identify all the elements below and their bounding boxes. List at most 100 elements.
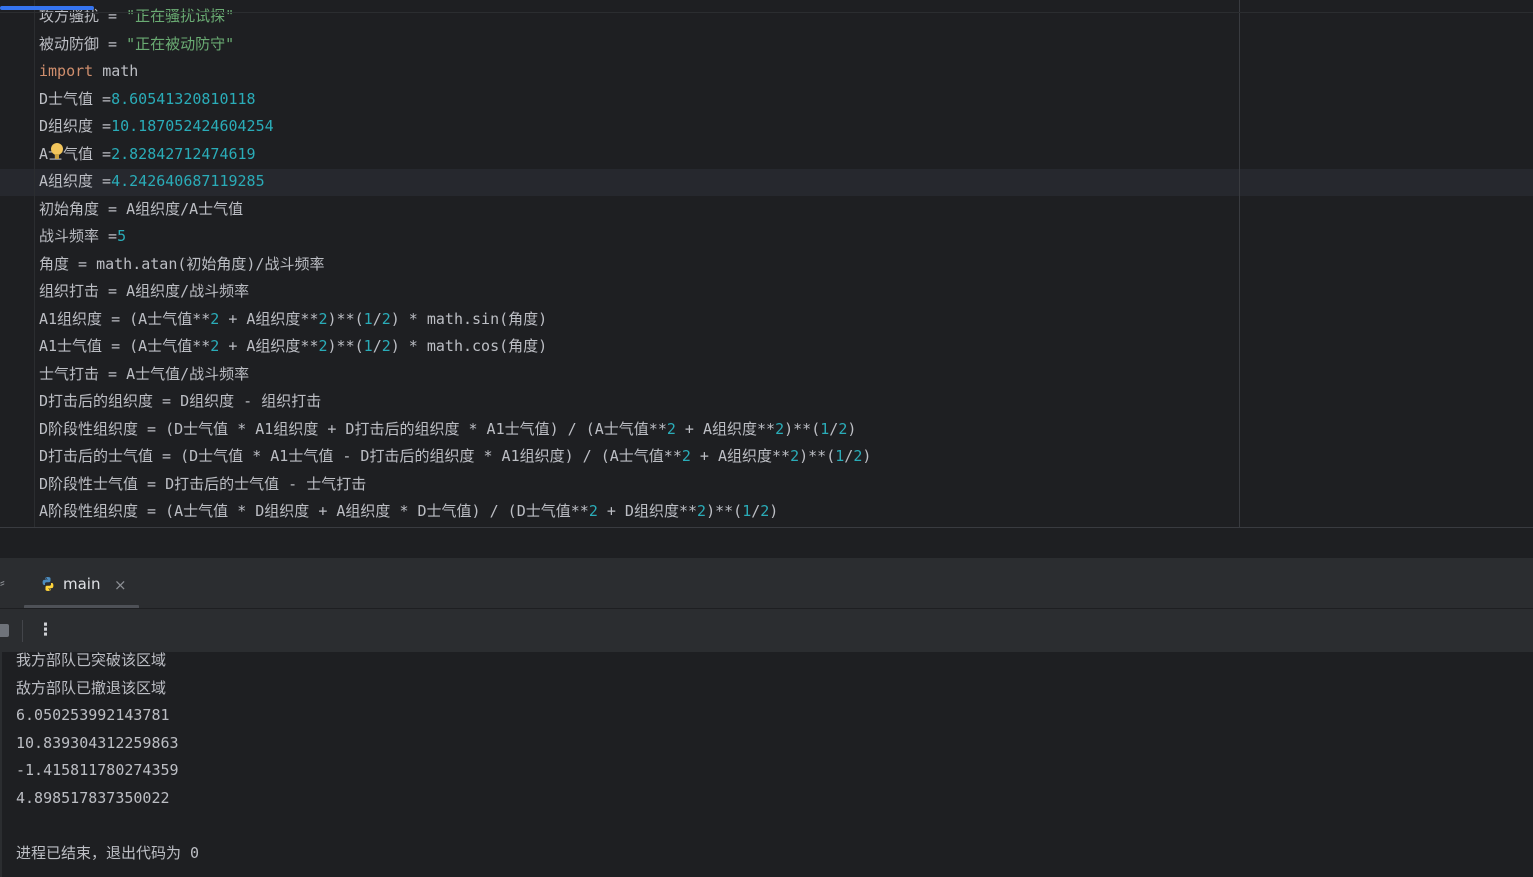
console-line: 10.839304312259863 [16,733,179,752]
code-token: 2 [838,419,848,438]
code-token: 2 [790,447,800,465]
code-token: / [751,502,761,520]
code-line[interactable]: D组织度 =10.187052424604254 [39,113,871,141]
code-token: 初始角度 = A组织度/A士气值 [39,199,244,218]
console-line: 6.050253992143781 [16,706,170,724]
code-token: 2 [210,337,220,355]
progress-indicator [0,6,94,10]
code-line[interactable]: A1组织度 = (A士气值**2 + A组织度**2)**(1/2) * mat… [39,306,871,334]
lightbulb-icon-base [55,154,59,159]
code-token: / [829,419,839,438]
code-token: 2 [318,337,328,355]
code-line[interactable]: A组织度 =4.242640687119285 [39,168,871,196]
code-token: 1 [835,447,845,465]
code-token: math [93,62,139,80]
code-token: "正在骚扰试探" [126,7,235,25]
tab-main-label: main [63,575,101,593]
code-token: D打击后的组织度 = D组织度 - 组织打击 [39,392,322,410]
code-token: 1 [363,309,373,328]
code-token: 2 [381,337,391,355]
code-token: / [844,447,854,465]
code-line[interactable]: 组织打击 = A组织度/战斗频率 [39,278,871,306]
console-line: 4.898517837350022 [16,788,170,807]
code-token: / [372,337,382,355]
code-token: D阶段性组织度 = (D士气值 * A1组织度 + D打击后的组织度 * A1士… [39,419,667,438]
code-token: 8.60541320810118 [111,89,256,108]
code-token: 组织打击 = A组织度/战斗频率 [39,282,250,300]
console-lines: 我方部队已突破该区域 敌方部队已撤退该区域 6.050253992143781 10.… [16,647,199,867]
code-line[interactable]: 攻方骚扰 = "正在骚扰试探" [39,3,871,31]
code-token: + A组织度** [675,419,776,438]
code-token: A士气值 = [39,144,112,163]
code-line[interactable]: 士气打击 = A士气值/战斗频率 [39,361,871,389]
code-token: 2 [318,309,328,328]
right-margin-guide [1239,0,1240,528]
code-editor[interactable]: 攻方骚扰 = "正在骚扰试探" 被动防御 = "正在被动防守" import mat… [0,0,1533,528]
code-token: ) * math.sin(角度) [390,309,548,328]
code-token: D打击后的士气值 = (D士气值 * A1士气值 - D打击后的组织度 * A1… [39,447,682,465]
code-token: 2 [381,309,391,328]
code-token: ) [862,447,872,465]
code-token: 2 [210,309,220,328]
toolbar-divider [22,620,23,642]
code-token: import [39,62,94,80]
code-line[interactable]: 战斗频率 =5 [39,223,871,251]
code-token: 10.187052424604254 [111,117,274,135]
code-token: 2 [760,502,770,520]
code-token: + A组织度** [690,447,791,465]
code-line[interactable]: A士气值 =2.82842712474619 [39,141,871,169]
console-line: -1.415811780274359 [16,761,179,779]
code-token: 2 [681,447,691,465]
console-line: 进程已结束，退出代码为 0 [16,843,200,862]
code-token: 士气打击 = A士气值/战斗频率 [39,364,250,383]
code-token: )**( [327,337,364,355]
code-token: 4.242640687119285 [111,172,265,190]
code-line[interactable]: A阶段性组织度 = (A士气值 * D组织度 + A组织度 * D士气值) / … [39,498,871,526]
code-token: 角度 = math.atan(初始角度)/战斗频率 [39,254,325,273]
code-token: 2 [853,447,863,465]
code-token: A1士气值 = (A士气值** [39,337,211,355]
code-line[interactable]: D打击后的组织度 = D组织度 - 组织打击 [39,388,871,416]
run-tab-bar [0,558,1533,608]
code-token: )**( [706,502,743,520]
code-token: A1组织度 = (A士气值** [39,309,211,328]
close-icon[interactable]: × [114,575,127,595]
code-line[interactable]: D阶段性组织度 = (D士气值 * A1组织度 + D打击后的组织度 * A1士… [39,416,871,444]
code-line[interactable]: D阶段性士气值 = D打击后的士气值 - 士气打击 [39,471,871,499]
code-token: + D组织度** [597,502,698,520]
code-token: A阶段性组织度 = (A士气值 * D组织度 + A组织度 * D士气值) / … [39,502,589,520]
code-token: 5 [117,227,127,245]
code-token: )**( [799,447,836,465]
code-token: 1 [363,337,373,355]
console-gutter [0,652,2,877]
code-lines[interactable]: 攻方骚扰 = "正在骚扰试探" 被动防御 = "正在被动防守" import mat… [39,3,871,526]
code-token: 2.82842712474619 [111,144,256,163]
code-token: 2 [697,502,707,520]
python-icon [42,577,54,591]
code-token: + A组织度** [219,309,319,328]
code-line[interactable]: 被动防御 = "正在被动防守" [39,31,871,59]
console-line: 敌方部队已撤退该区域 [16,678,167,697]
more-vertical-icon[interactable]: ⋮ [37,619,54,641]
code-line[interactable]: A1士气值 = (A士气值**2 + A组织度**2)**(1/2) * mat… [39,333,871,361]
code-token: 战斗频率 = [39,227,118,245]
code-token: 2 [666,419,676,438]
code-token: / [372,309,382,328]
run-toolbar [0,609,1533,652]
code-token: "正在被动防守" [126,34,235,53]
code-token: + A组织度** [219,337,319,355]
code-line[interactable]: D打击后的士气值 = (D士气值 * A1士气值 - D打击后的组织度 * A1… [39,443,871,471]
code-token: ) [769,502,779,520]
console-output[interactable] [0,652,1533,877]
code-line[interactable]: 初始角度 = A组织度/A士气值 [39,196,871,224]
code-token: A组织度 = [39,172,112,190]
stop-icon[interactable] [0,624,9,637]
code-token: ) * math.cos(角度) [390,337,548,355]
code-line[interactable]: 角度 = math.atan(初始角度)/战斗频率 [39,251,871,279]
code-line[interactable]: import math [39,58,871,86]
code-token: D阶段性士气值 = D打击后的士气值 - 士气打击 [39,474,367,493]
code-token: 被动防御 = [39,34,127,53]
code-token: D士气值 = [39,89,112,108]
code-line[interactable]: D士气值 =8.60541320810118 [39,86,871,114]
